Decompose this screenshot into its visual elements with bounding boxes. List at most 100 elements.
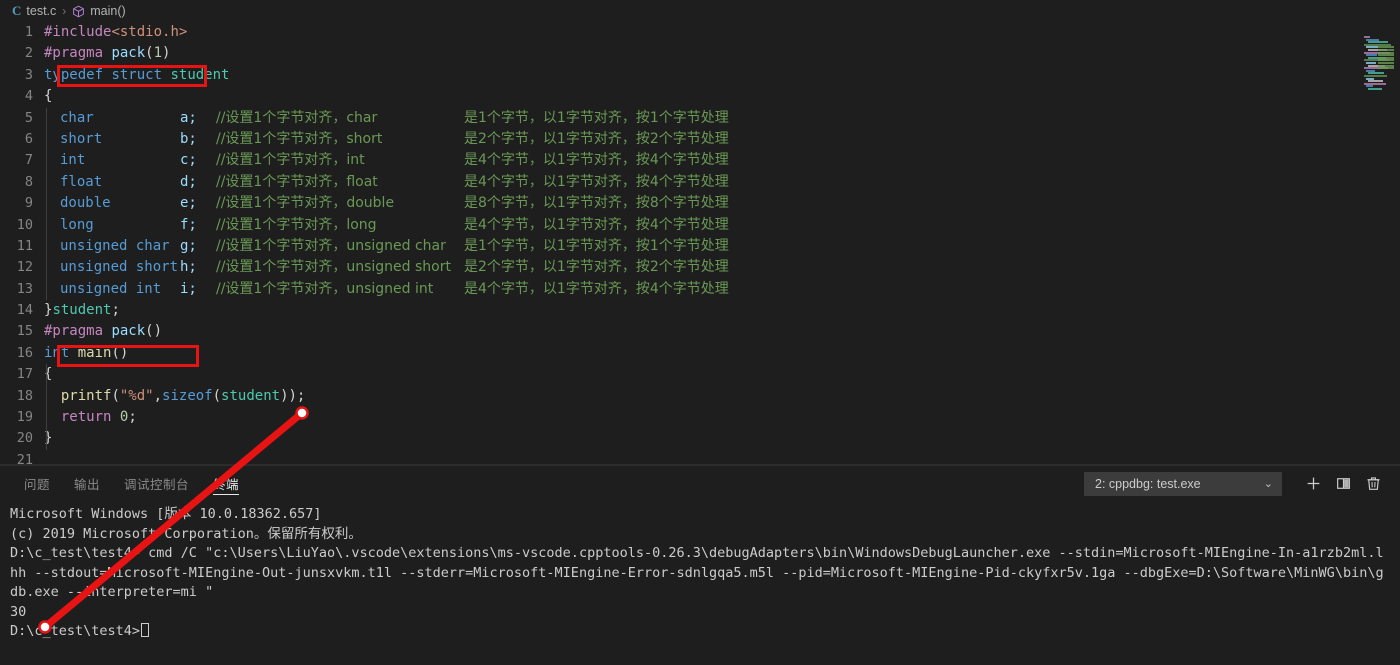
code-line[interactable]: 7 int c; //设置1个字节对齐，int 是4个字节，以1字节对齐，按4个字节处理 [0,150,1400,172]
line-content: #pragma pack() [44,321,1400,342]
line-content: int main() [44,343,1400,364]
line-content: { [44,364,1400,386]
terminal-selector[interactable]: 2: cppdbg: test.exe ⌄ [1084,471,1282,496]
panel-tab[interactable]: 调试控制台 [112,466,201,501]
code-line[interactable]: 1 #include<stdio.h> [0,22,1400,43]
field-type: long [60,216,94,233]
vscode-window: C test.c › main() 1 #include<stdio.h> 2 #pr… [0,0,1400,665]
panel-tab[interactable]: 输出 [62,466,112,501]
code-line[interactable]: 11 unsigned char g; //设置1个字节对齐，unsigned cha… [0,235,1400,258]
field-type: float [60,173,103,190]
code-token: "%d" [119,387,154,404]
code-line[interactable]: 16 int main() [0,343,1400,364]
line-content: unsigned int i; //设置1个字节对齐，unsigned int 是4个… [44,278,1400,301]
panel-tab-list[interactable]: 问题 输出 调试控制台 终端 [0,466,251,501]
code-line[interactable]: 13 unsigned int i; //设置1个字节对齐，unsigned int 是… [0,278,1400,301]
inline-comment-secondary: 是4个字节，以1字节对齐，按4个字节处理 [464,152,729,169]
field-type: short [60,130,103,147]
code-line[interactable]: 18 printf("%d",sizeof(student)); [0,385,1400,408]
indent-guide [46,364,47,386]
code-lines[interactable]: 1 #include<stdio.h> 2 #pragma pack(1) 3 typed… [0,22,1400,465]
terminal-line: (c) 2019 Microsoft Corporation。保留所有权利。 [10,525,362,542]
breadcrumb: C test.c › main() [0,0,1400,22]
inline-comment-secondary: 是2个字节，以1字节对齐，按2个字节处理 [464,259,729,276]
kill-terminal-button[interactable] [1358,469,1388,499]
inline-comment-primary: //设置1个字节对齐，unsigned char [216,237,446,254]
code-token: student [221,387,281,404]
new-terminal-button[interactable] [1298,469,1328,499]
code-token: main [77,344,112,361]
code-token: ; [128,409,137,426]
line-number: 12 [16,259,33,276]
indent-guide [46,128,47,151]
line-content: float d; //设置1个字节对齐，float 是4个字节，以1字节对齐，按4个字… [44,171,1400,194]
minimap-line [1368,88,1382,90]
line-content: } [44,428,1400,450]
code-line[interactable]: 19 return 0; [0,407,1400,429]
line-content: }student; [44,300,1400,321]
inline-comment-primary: //设置1个字节对齐，int [216,152,365,169]
code-line[interactable]: 2 #pragma pack(1) [0,43,1400,64]
code-line[interactable]: 21 [0,450,1400,465]
line-number: 14 [16,302,33,319]
code-token: student [52,302,112,319]
code-token: int [44,344,70,361]
inline-comment-secondary: 是4个字节，以1字节对齐，按4个字节处理 [464,173,729,190]
inline-comment-primary: //设置1个字节对齐，long [216,216,377,233]
code-line[interactable]: 10 long f; //设置1个字节对齐，long 是4个字节，以1字节对齐，按4个字… [0,214,1400,236]
code-line[interactable]: 6 short b; //设置1个字节对齐，short 是2个字节，以1字节对齐，按2个… [0,128,1400,151]
minimap-line [1378,67,1394,70]
line-content: char a; //设置1个字节对齐，char 是1个字节，以1字节对齐，按1个字节处… [44,107,1400,129]
block-cursor [141,623,150,637]
field-name: d; [180,173,197,190]
terminal-line: 30 [10,603,27,620]
line-number: 19 [16,409,33,426]
code-line[interactable]: 14 }student; [0,300,1400,321]
code-token: typedef [44,66,104,83]
code-token: ) [162,45,171,62]
code-token: ( [111,387,120,404]
minimap[interactable] [1354,22,1400,465]
split-terminal-button[interactable] [1328,469,1358,499]
code-line[interactable]: 5 char a; //设置1个字节对齐，char 是1个字节，以1字节对齐，按1个字节… [0,107,1400,129]
inline-comment-primary: //设置1个字节对齐，float [216,173,378,190]
code-token: , [153,387,163,404]
breadcrumb-symbol[interactable]: main() [90,4,125,18]
code-line[interactable]: 12 unsigned short h; //设置1个字节对齐，unsigned sh… [0,257,1400,279]
line-number: 8 [24,173,33,190]
code-line[interactable]: 4{ [0,86,1400,107]
code-line[interactable]: 17 { [0,364,1400,386]
panel-tab[interactable]: 问题 [12,466,62,501]
line-number: 13 [16,280,33,297]
code-line[interactable]: 15 #pragma pack() [0,321,1400,342]
code-token: sizeof [162,387,213,404]
code-editor[interactable]: 1 #include<stdio.h> 2 #pragma pack(1) 3 typed… [0,22,1400,465]
line-content: return 0; [44,407,1400,429]
field-type: double [60,195,111,212]
indent-guide [46,257,47,279]
code-token: ; [111,302,120,319]
indent-guide [46,107,47,129]
line-number: 16 [16,344,33,361]
code-line[interactable]: 3 typedef struct student [0,65,1400,86]
line-number: 4 [24,88,33,105]
line-content: #include<stdio.h> [44,22,1400,43]
line-content: double e; //设置1个字节对齐，double 是8个字节，以1字节对齐，按8… [44,193,1400,215]
code-line[interactable]: 8 float d; //设置1个字节对齐，float 是4个字节，以1字节对齐，按4个… [0,171,1400,194]
line-content: long f; //设置1个字节对齐，long 是4个字节，以1字节对齐，按4个字节处… [44,214,1400,236]
code-token: pack [111,323,146,340]
panel-tab[interactable]: 终端 [201,466,251,501]
indent-guide [46,407,47,429]
line-number: 2 [24,45,33,62]
code-token: <stdio.h> [111,24,188,40]
field-name: f; [180,216,197,233]
code-token: #pragma [44,323,112,340]
terminal-output[interactable]: Microsoft Windows [版本 10.0.18362.657] (c)… [0,501,1400,665]
code-token: () [145,323,163,340]
field-type: int [60,152,86,169]
breadcrumb-file[interactable]: test.c [26,4,56,18]
code-line[interactable]: 9 double e; //设置1个字节对齐，double 是8个字节，以1字节对齐，按… [0,193,1400,215]
code-line[interactable]: 20} [0,428,1400,450]
field-type: unsigned char [60,237,170,254]
